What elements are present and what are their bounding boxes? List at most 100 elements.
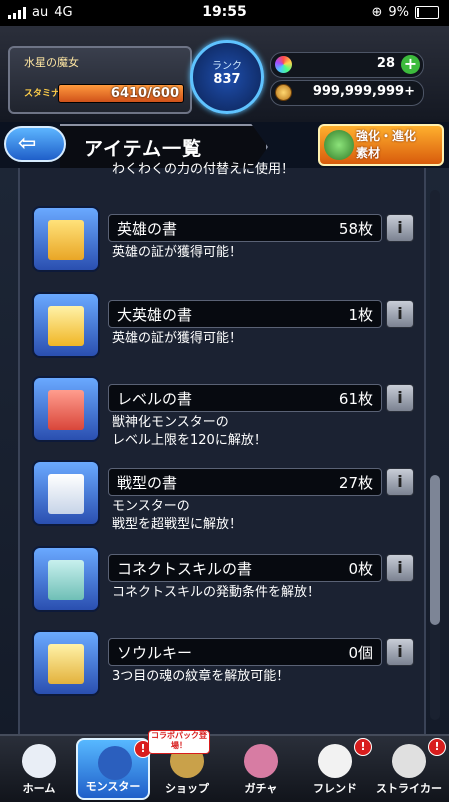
item-name-bar: ソウルキー 0個	[108, 638, 382, 666]
tab-home[interactable]: ホーム	[2, 738, 76, 800]
info-button[interactable]: i	[386, 638, 414, 666]
item-description: コネクトスキルの発動条件を解放！	[112, 585, 321, 600]
battery-percent: 9%	[388, 5, 409, 20]
item-name: ソウルキー	[117, 644, 193, 662]
item-icon[interactable]	[32, 206, 100, 272]
stamina-value: 6410/600	[110, 86, 179, 101]
rank-badge[interactable]: ランク 837	[190, 40, 264, 114]
item-icon[interactable]	[32, 546, 100, 612]
item-count: 0枚	[348, 560, 373, 578]
tab-label: ガチャ	[244, 782, 278, 795]
monster-icon	[98, 746, 132, 780]
header: 水星の魔女 スタミナ 6410/600 ランク 837 28 + 999,999…	[0, 26, 449, 122]
scrollbar-thumb[interactable]	[430, 475, 440, 625]
player-name: 水星の魔女	[24, 56, 79, 69]
monster-avatar-icon	[324, 130, 354, 160]
item-name-bar: コネクトスキルの書 0枚	[108, 554, 382, 582]
stamina-bar: 6410/600	[58, 84, 184, 103]
item-name-bar: 戦型の書 27枚	[108, 468, 382, 496]
list-item[interactable]: ソウルキー 0個 3つ目の魂の紋章を解放可能！ i	[32, 630, 424, 706]
item-description: モンスターの 戦型を超戦型に解放！	[112, 499, 243, 532]
item-name: 大英雄の書	[117, 306, 193, 324]
tab-gacha[interactable]: ガチャ	[224, 738, 298, 800]
item-icon[interactable]	[32, 460, 100, 526]
scrollbar[interactable]	[430, 190, 440, 720]
info-button[interactable]: i	[386, 300, 414, 328]
tab-monster[interactable]: モンスター!	[76, 738, 152, 800]
list-item[interactable]: 戦型の書 27枚モンスターの 戦型を超戦型に解放！ i	[32, 460, 424, 536]
item-list[interactable]: わくわくの力の付替えに使用！ 英雄の書 58枚英雄の証が獲得可能！ i 大英雄の書 1枚…	[18, 162, 426, 734]
item-icon[interactable]	[32, 292, 100, 358]
list-item[interactable]: レベルの書 61枚獣神化モンスターの レベル上限を120に解放！ i	[32, 376, 424, 452]
book-icon	[48, 220, 84, 260]
friend-icon	[318, 744, 352, 778]
tab-friend[interactable]: フレンド!	[298, 738, 372, 800]
coin-count: 999,999,999+	[312, 84, 415, 99]
list-item[interactable]: 英雄の書 58枚 英雄の証が獲得可能！ i	[32, 206, 424, 282]
orb-counter: 28 +	[270, 52, 424, 78]
coin-icon	[275, 84, 292, 101]
book-icon	[48, 644, 84, 684]
lock-rotation-icon: ⊕	[371, 5, 383, 20]
notification-badge: !	[354, 738, 372, 756]
gacha-icon	[244, 744, 278, 778]
back-button[interactable]: ⇦	[4, 126, 66, 162]
list-item[interactable]: コネクトスキルの書 0枚コネクトスキルの発動条件を解放！ i	[32, 546, 424, 622]
info-button[interactable]: i	[386, 384, 414, 412]
evolve-label-line1: 強化・進化	[356, 129, 417, 143]
info-button[interactable]: i	[386, 468, 414, 496]
item-count: 1枚	[348, 306, 373, 324]
tab-bar: ホーム モンスター! ショップ ガチャ フレンド! ストライカー! コラボパック登場！	[0, 730, 449, 802]
item-name: 戦型の書	[117, 474, 178, 492]
item-count: 58枚	[338, 220, 373, 238]
orb-icon	[275, 56, 292, 73]
info-button[interactable]: i	[386, 554, 414, 582]
battery-icon	[415, 6, 439, 19]
player-box[interactable]: 水星の魔女 スタミナ 6410/600	[8, 46, 192, 114]
info-button[interactable]: i	[386, 214, 414, 242]
tab-label: ショップ	[165, 782, 209, 795]
item-description: 3つ目の魂の紋章を解放可能！	[112, 669, 290, 684]
tab-label: ストライカー	[376, 782, 442, 795]
tab-label: フレンド	[313, 782, 357, 795]
item-count: 61枚	[338, 390, 373, 408]
tab-label: モンスター	[85, 780, 141, 793]
item-name-bar: レベルの書 61枚	[108, 384, 382, 412]
list-item[interactable]: 大英雄の書 1枚英雄の証が獲得可能！ i	[32, 292, 424, 368]
evolve-label: 強化・進化 素材	[356, 128, 416, 162]
book-icon	[48, 560, 84, 600]
notification-badge: !	[428, 738, 446, 756]
back-arrow-icon: ⇦	[18, 131, 37, 156]
rank-value: 837	[213, 72, 241, 87]
item-count: 0個	[348, 644, 373, 662]
stamina-label: スタミナ	[24, 89, 61, 99]
item-name: 英雄の書	[117, 220, 178, 238]
status-right: ⊕ 9%	[371, 5, 439, 20]
striker-icon	[392, 744, 426, 778]
rank-label: ランク	[212, 61, 242, 72]
collab-banner[interactable]: コラボパック登場！	[148, 730, 210, 754]
item-name-bar: 大英雄の書 1枚	[108, 300, 382, 328]
item-name: レベルの書	[117, 390, 193, 408]
item-description: 英雄の証が獲得可能！	[112, 331, 243, 346]
evolve-label-line2: 素材	[356, 146, 381, 160]
page-title: アイテム一覧	[84, 138, 203, 160]
item-list-area: わくわくの力の付替えに使用！ 英雄の書 58枚英雄の証が獲得可能！ i 大英雄の書 1枚…	[0, 162, 449, 734]
item-count: 27枚	[338, 474, 373, 492]
evolve-material-button[interactable]: 強化・進化 素材	[318, 124, 444, 166]
book-icon	[48, 306, 84, 346]
tab-striker[interactable]: ストライカー!	[372, 738, 446, 800]
item-icon[interactable]	[32, 376, 100, 442]
coin-counter: 999,999,999+	[270, 80, 424, 106]
add-orb-button[interactable]: +	[401, 55, 420, 74]
tab-label: ホーム	[22, 782, 56, 795]
book-icon	[48, 390, 84, 430]
item-name: コネクトスキルの書	[117, 560, 253, 578]
home-icon	[22, 744, 56, 778]
book-icon	[48, 474, 84, 514]
status-bar: au 4G 19:55 ⊕ 9%	[0, 0, 449, 26]
item-description: 獣神化モンスターの レベル上限を120に解放！	[112, 415, 267, 448]
partial-item-desc: わくわくの力の付替えに使用！	[112, 162, 295, 177]
orb-count: 28	[376, 56, 395, 71]
item-icon[interactable]	[32, 630, 100, 696]
